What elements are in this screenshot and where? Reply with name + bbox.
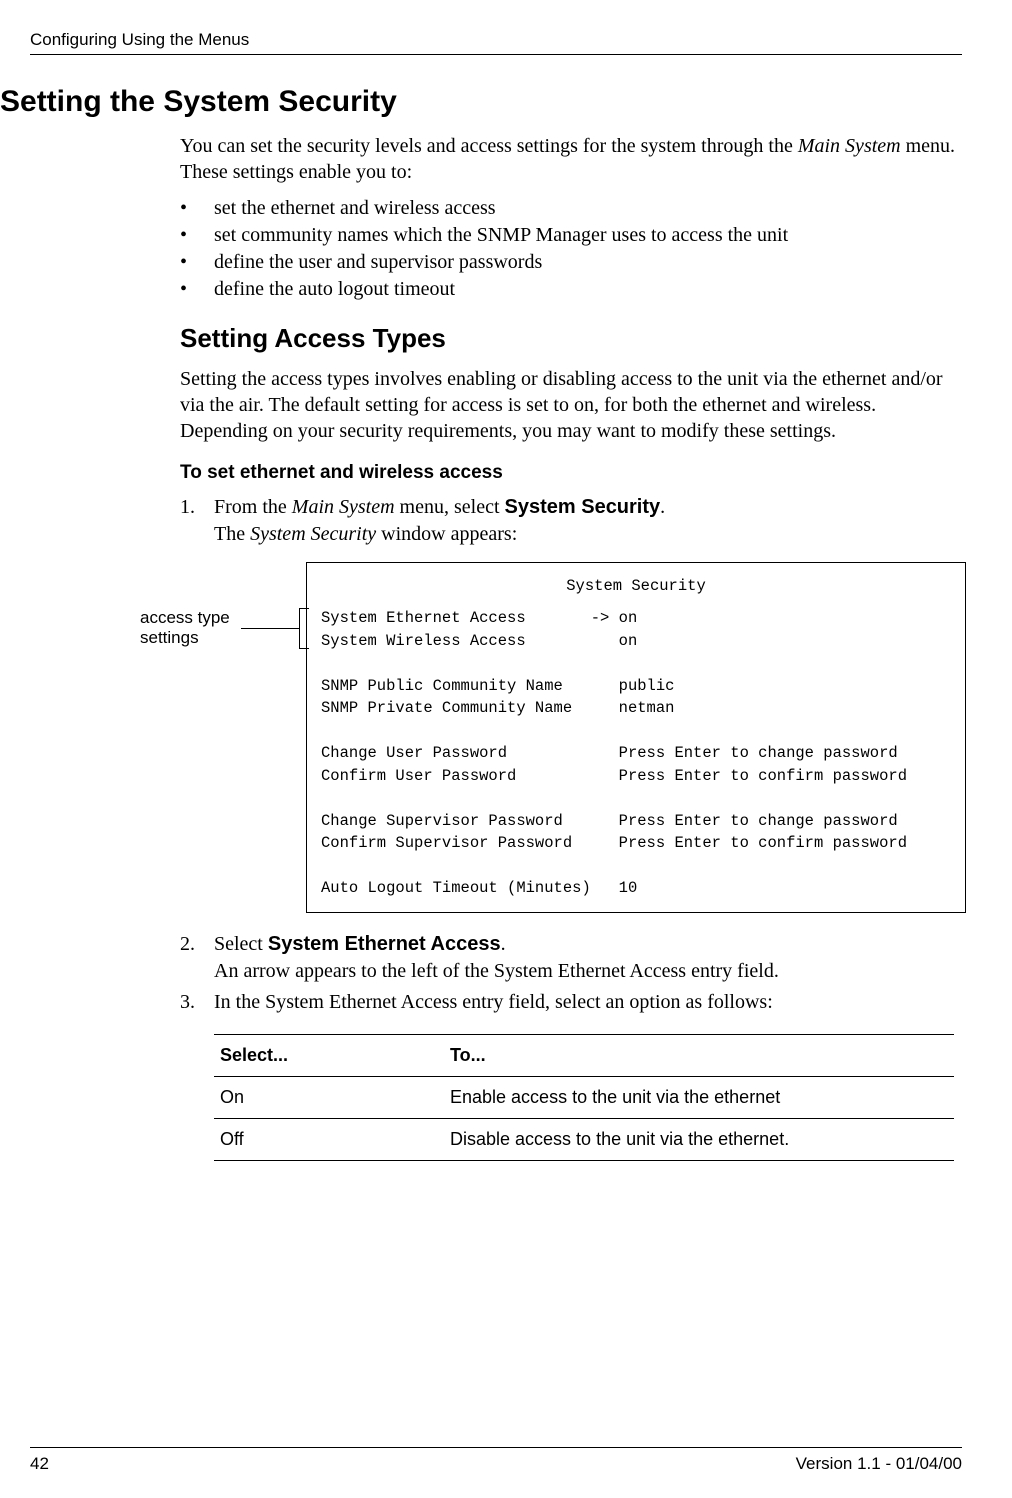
step1-sub-a: The xyxy=(214,523,250,545)
section-paragraph: Setting the access types involves enabli… xyxy=(180,366,962,444)
option-desc: Enable access to the unit via the ethern… xyxy=(444,1077,954,1118)
page-footer: 42 Version 1.1 - 01/04/00 xyxy=(30,1447,962,1474)
intro-text-a: You can set the security levels and acce… xyxy=(180,135,798,157)
table-row: On Enable access to the unit via the eth… xyxy=(214,1077,954,1119)
step1-text-a: From the xyxy=(214,496,292,518)
options-table: Select... To... On Enable access to the … xyxy=(214,1034,954,1161)
running-header: Configuring Using the Menus xyxy=(30,30,962,50)
step2-sub: An arrow appears to the left of the Syst… xyxy=(214,960,779,982)
step2-text-b: System Ethernet Access xyxy=(268,933,501,955)
bullet-icon: • xyxy=(180,249,214,276)
intro-paragraph: You can set the security levels and acce… xyxy=(180,133,962,185)
header-rule xyxy=(30,54,962,55)
table-header-select: Select... xyxy=(214,1035,444,1076)
step1-sub-b: System Security xyxy=(250,523,376,545)
terminal-title: System Security xyxy=(321,575,951,597)
callout-line2: settings xyxy=(140,628,199,647)
step1-text-b: Main System xyxy=(292,496,395,518)
step1-sub-c: window appears: xyxy=(376,523,517,545)
footer-rule xyxy=(30,1447,962,1448)
step2-text-c: . xyxy=(501,933,506,955)
option-desc: Disable access to the unit via the ether… xyxy=(444,1119,954,1160)
ordered-list: 1. From the Main System menu, select Sys… xyxy=(180,494,962,548)
version-string: Version 1.1 - 01/04/00 xyxy=(796,1454,962,1474)
terminal-figure: access type settings System Security Syst… xyxy=(30,562,962,913)
list-item: •set community names which the SNMP Mana… xyxy=(180,222,962,249)
option-name: Off xyxy=(214,1119,444,1160)
procedure-heading: To set ethernet and wireless access xyxy=(180,462,962,484)
page-number: 42 xyxy=(30,1454,49,1474)
terminal-window: System Security System Ethernet Access ->… xyxy=(306,562,966,913)
ordered-list-cont: 2. Select System Ethernet Access. An arr… xyxy=(180,931,962,1016)
table-header-row: Select... To... xyxy=(214,1034,954,1077)
step1-text-c: menu, select xyxy=(395,496,505,518)
bullet-list: •set the ethernet and wireless access •s… xyxy=(180,195,962,303)
bullet-text: define the user and supervisor passwords xyxy=(214,249,542,276)
step3-text: In the System Ethernet Access entry fiel… xyxy=(214,989,962,1016)
step1-text-e: . xyxy=(660,496,665,518)
list-item: •define the auto logout timeout xyxy=(180,276,962,303)
option-name: On xyxy=(214,1077,444,1118)
step-number: 2. xyxy=(180,931,214,985)
step-2: 2. Select System Ethernet Access. An arr… xyxy=(180,931,962,985)
list-item: •set the ethernet and wireless access xyxy=(180,195,962,222)
bullet-icon: • xyxy=(180,195,214,222)
callout-label: access type settings xyxy=(140,608,230,647)
step-number: 1. xyxy=(180,494,214,548)
callout-bracket-icon xyxy=(241,608,306,652)
bullet-icon: • xyxy=(180,222,214,249)
bullet-text: set community names which the SNMP Manag… xyxy=(214,222,788,249)
bullet-text: set the ethernet and wireless access xyxy=(214,195,496,222)
table-row: Off Disable access to the unit via the e… xyxy=(214,1119,954,1161)
bullet-text: define the auto logout timeout xyxy=(214,276,455,303)
terminal-body: System Ethernet Access -> on System Wire… xyxy=(321,609,907,897)
callout-line1: access type xyxy=(140,608,230,627)
table-header-to: To... xyxy=(444,1035,954,1076)
section-heading: Setting Access Types xyxy=(180,323,962,354)
step-number: 3. xyxy=(180,989,214,1016)
intro-text-b: Main System xyxy=(798,135,901,157)
step2-text-a: Select xyxy=(214,933,268,955)
step-3: 3. In the System Ethernet Access entry f… xyxy=(180,989,962,1016)
bullet-icon: • xyxy=(180,276,214,303)
page-title: Setting the System Security xyxy=(0,85,962,119)
step1-text-d: System Security xyxy=(505,496,661,518)
list-item: •define the user and supervisor password… xyxy=(180,249,962,276)
step-1: 1. From the Main System menu, select Sys… xyxy=(180,494,962,548)
